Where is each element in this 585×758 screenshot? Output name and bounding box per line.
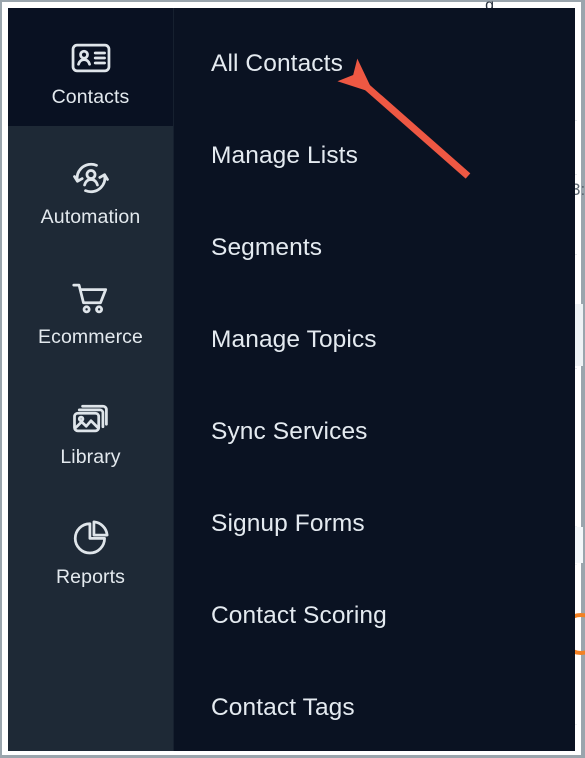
contact-card-icon bbox=[69, 36, 113, 80]
menu-item-contact-scoring[interactable]: Contact Scoring bbox=[211, 603, 387, 629]
menu-item-signup-forms[interactable]: Signup Forms bbox=[211, 511, 365, 537]
sidebar-item-contacts[interactable]: Contacts bbox=[8, 36, 173, 109]
automation-sync-person-icon bbox=[69, 156, 113, 200]
sidebar-item-library[interactable]: Library bbox=[8, 396, 173, 469]
screenshot-root: 3: . g Contacts Automation Ecommerce Lib… bbox=[0, 0, 585, 758]
pie-chart-icon bbox=[69, 516, 113, 560]
sidebar-item-reports[interactable]: Reports bbox=[8, 516, 173, 589]
sidebar-item-ecommerce[interactable]: Ecommerce bbox=[8, 276, 173, 349]
menu-item-manage-topics[interactable]: Manage Topics bbox=[211, 327, 377, 353]
menu-item-all-contacts[interactable]: All Contacts bbox=[211, 51, 343, 77]
sidebar-item-label: Ecommerce bbox=[38, 326, 143, 348]
shopping-cart-icon bbox=[69, 276, 113, 320]
contacts-submenu-flyout: All Contacts Manage Lists Segments Manag… bbox=[173, 8, 575, 751]
sidebar-item-label: Library bbox=[60, 446, 121, 468]
menu-item-contact-tags[interactable]: Contact Tags bbox=[211, 695, 355, 721]
images-library-icon bbox=[69, 396, 113, 440]
menu-item-sync-services[interactable]: Sync Services bbox=[211, 419, 368, 445]
sidebar-item-label: Reports bbox=[56, 566, 125, 588]
flyout-left-edge bbox=[173, 8, 174, 751]
menu-item-segments[interactable]: Segments bbox=[211, 235, 322, 261]
sidebar-item-label: Contacts bbox=[51, 86, 130, 108]
primary-sidebar: Contacts Automation Ecommerce Library Re… bbox=[8, 8, 173, 751]
menu-item-manage-lists[interactable]: Manage Lists bbox=[211, 143, 358, 169]
sidebar-item-label: Automation bbox=[40, 206, 141, 228]
sidebar-item-automation[interactable]: Automation bbox=[8, 156, 173, 229]
